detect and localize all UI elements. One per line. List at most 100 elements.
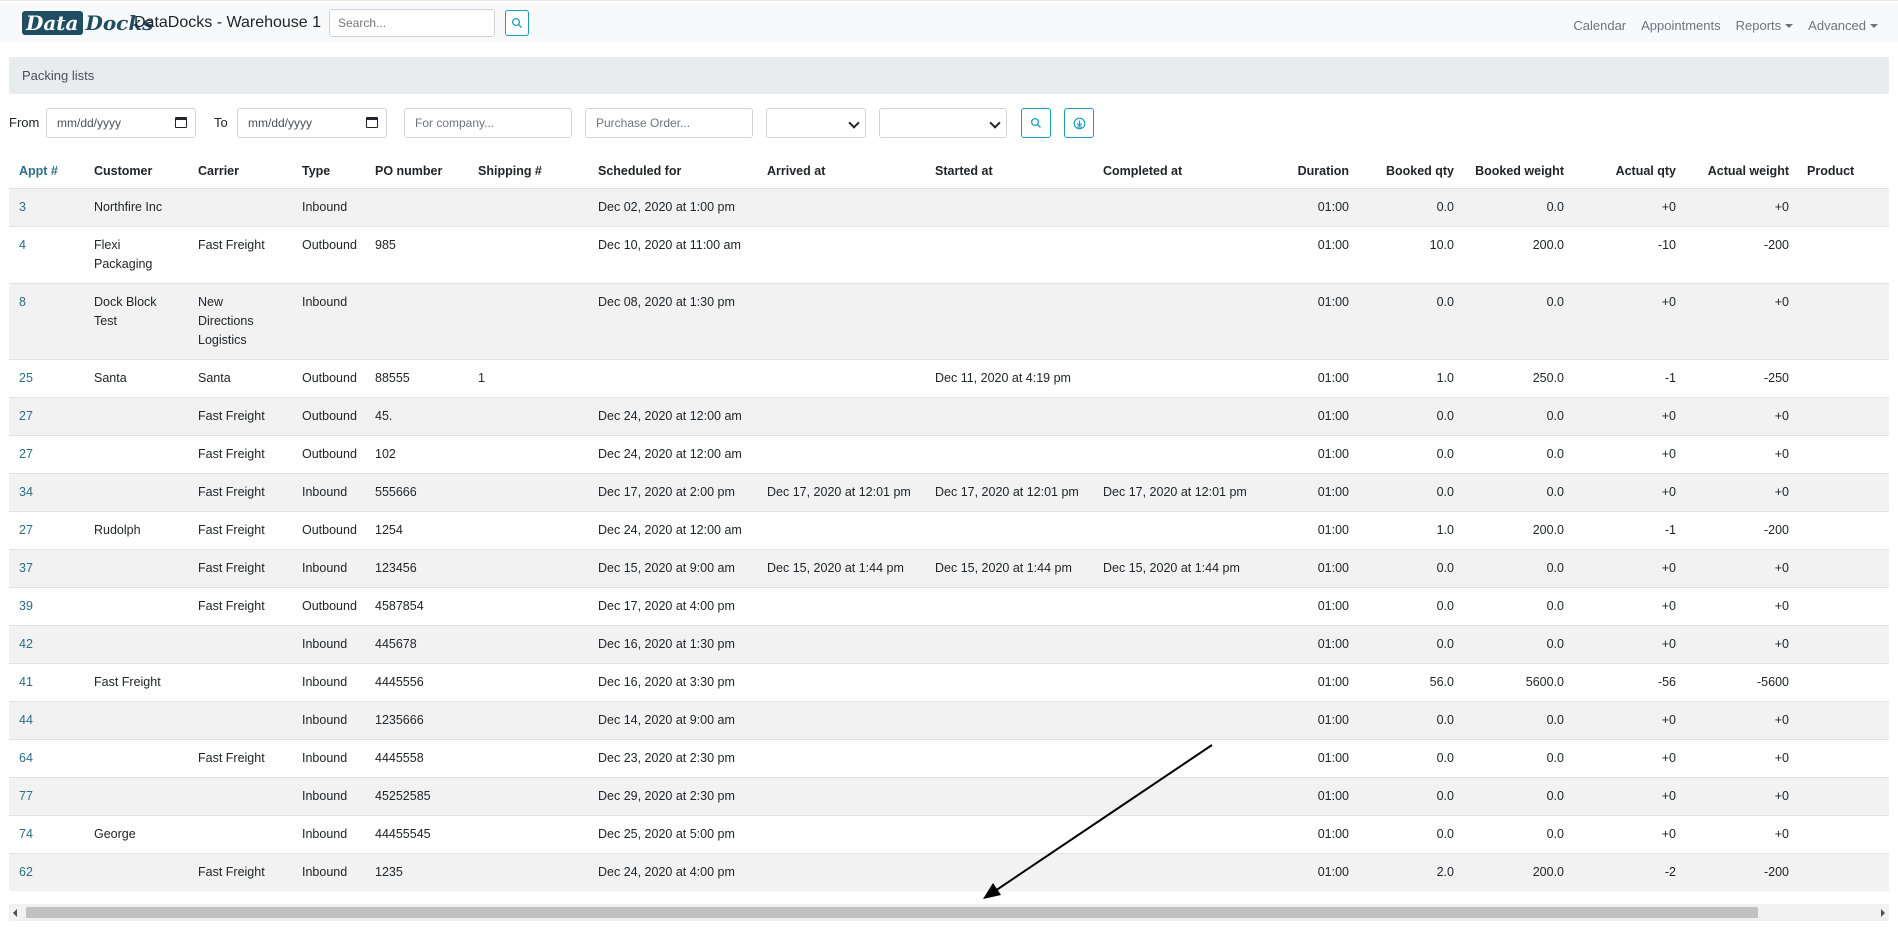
column-header-po[interactable]: PO number bbox=[375, 162, 475, 181]
filter-search-button[interactable] bbox=[1021, 108, 1051, 138]
table-row[interactable]: 74 George Inbound 44455545 Dec 25, 2020 at 5… bbox=[9, 815, 1889, 853]
cell-started: Dec 15, 2020 at 1:44 pm bbox=[935, 561, 1072, 575]
export-button[interactable] bbox=[1064, 108, 1094, 138]
appointment-link[interactable]: 27 bbox=[19, 447, 33, 461]
column-header-actual-weight[interactable]: Actual weight bbox=[1676, 162, 1789, 181]
appointment-link[interactable]: 27 bbox=[19, 409, 33, 423]
column-header-scheduled[interactable]: Scheduled for bbox=[598, 162, 763, 181]
table-row[interactable]: 4 Flexi Packaging Fast Freight Outbound 985 De… bbox=[9, 226, 1889, 283]
to-label: To bbox=[214, 115, 228, 130]
calendar-icon[interactable] bbox=[366, 117, 378, 128]
appointment-link[interactable]: 3 bbox=[19, 200, 26, 214]
table-row[interactable]: 27 Fast Freight Outbound 45. Dec 24, 2020 at… bbox=[9, 397, 1889, 435]
cell-type: Outbound bbox=[302, 523, 357, 537]
calendar-icon[interactable] bbox=[175, 117, 187, 128]
cell-actual-weight: +0 bbox=[1774, 599, 1789, 613]
column-header-started[interactable]: Started at bbox=[935, 162, 1100, 181]
cell-po: 1235666 bbox=[375, 713, 424, 727]
appointment-link[interactable]: 62 bbox=[19, 865, 33, 879]
cell-appt: 27 bbox=[19, 445, 79, 464]
column-header-duration[interactable]: Duration bbox=[1239, 162, 1349, 181]
search-icon bbox=[511, 17, 522, 28]
table-row[interactable]: 77 Inbound 45252585 Dec 29, 2020 at 2:30 pm… bbox=[9, 777, 1889, 815]
appointment-link[interactable]: 64 bbox=[19, 751, 33, 765]
table-row[interactable]: 39 Fast Freight Outbound 4587854 Dec 17, 202… bbox=[9, 587, 1889, 625]
cell-duration: 01:00 bbox=[1317, 865, 1349, 879]
purchase-order-input[interactable]: Purchase Order... bbox=[585, 108, 753, 138]
column-header-type[interactable]: Type bbox=[302, 162, 372, 181]
packing-lists-table: Appt # Customer Carrier Type PO number Shippi… bbox=[9, 152, 1889, 891]
column-header-booked-weight[interactable]: Booked weight bbox=[1454, 162, 1564, 181]
appointment-link[interactable]: 27 bbox=[19, 523, 33, 537]
appointment-link[interactable]: 34 bbox=[19, 485, 33, 499]
cell-duration: 01:00 bbox=[1317, 675, 1349, 689]
scroll-left-arrow-icon[interactable] bbox=[13, 909, 17, 917]
appointment-link[interactable]: 25 bbox=[19, 371, 33, 385]
cell-appt: 4 bbox=[19, 236, 79, 255]
nav-appointments[interactable]: Appointments bbox=[1641, 18, 1721, 33]
scrollbar-thumb[interactable] bbox=[26, 907, 1758, 918]
cell-scheduled: Dec 10, 2020 at 11:00 am bbox=[598, 238, 741, 252]
brand-title[interactable]: DataDocks - Warehouse 1 bbox=[134, 14, 321, 32]
nav-calendar[interactable]: Calendar bbox=[1573, 18, 1626, 33]
company-input[interactable]: For company... bbox=[404, 108, 572, 138]
cell-line: New bbox=[198, 295, 224, 309]
appointment-link[interactable]: 37 bbox=[19, 561, 33, 575]
appointment-link[interactable]: 44 bbox=[19, 713, 33, 727]
column-header-appt[interactable]: Appt # bbox=[19, 162, 79, 181]
table-row[interactable]: 3 Northfire Inc Inbound Dec 02, 2020 at 1:0… bbox=[9, 188, 1889, 226]
appointment-link[interactable]: 4 bbox=[19, 238, 26, 252]
table-row[interactable]: 64 Fast Freight Inbound 4445558 Dec 23, 2020… bbox=[9, 739, 1889, 777]
appointment-link[interactable]: 39 bbox=[19, 599, 33, 613]
nav-reports-dropdown[interactable]: Reports bbox=[1736, 18, 1794, 33]
appointment-link[interactable]: 41 bbox=[19, 675, 33, 689]
cell-booked-qty: 0.0 bbox=[1436, 200, 1454, 214]
appointment-link[interactable]: 74 bbox=[19, 827, 33, 841]
scroll-right-arrow-icon[interactable] bbox=[1881, 909, 1885, 917]
cell-scheduled: Dec 29, 2020 at 2:30 pm bbox=[598, 789, 735, 803]
to-date-input[interactable]: mm/dd/yyyy bbox=[237, 108, 387, 138]
column-header-booked-qty[interactable]: Booked qty bbox=[1349, 162, 1454, 181]
table-row[interactable]: 44 Inbound 1235666 Dec 14, 2020 at 9:00 am 0… bbox=[9, 701, 1889, 739]
cell-actual-qty: +0 bbox=[1661, 827, 1676, 841]
table-row[interactable]: 8 Dock Block Test New Directions Logistics Inb… bbox=[9, 283, 1889, 359]
appointment-link[interactable]: 77 bbox=[19, 789, 33, 803]
nav-advanced-dropdown[interactable]: Advanced bbox=[1808, 18, 1878, 33]
table-row[interactable]: 27 Fast Freight Outbound 102 Dec 24, 2020 at… bbox=[9, 435, 1889, 473]
table-row[interactable]: 27 Rudolph Fast Freight Outbound 1254 Dec 24,… bbox=[9, 511, 1889, 549]
filter-select-2[interactable] bbox=[879, 108, 1007, 138]
from-date-input[interactable]: mm/dd/yyyy bbox=[46, 108, 196, 138]
column-header-actual-qty[interactable]: Actual qty bbox=[1564, 162, 1676, 181]
search-button[interactable] bbox=[505, 10, 529, 36]
cell-actual-weight: +0 bbox=[1774, 751, 1789, 765]
horizontal-scrollbar[interactable] bbox=[9, 904, 1889, 921]
cell-booked-qty: 56.0 bbox=[1429, 675, 1454, 689]
cell-duration: 01:00 bbox=[1317, 523, 1349, 537]
table-row[interactable]: 34 Fast Freight Inbound 555666 Dec 17, 2020 … bbox=[9, 473, 1889, 511]
column-header-customer[interactable]: Customer bbox=[94, 162, 194, 181]
cell-appt: 3 bbox=[19, 198, 79, 217]
cell-booked-qty: 1.0 bbox=[1436, 371, 1454, 385]
appointment-link[interactable]: 8 bbox=[19, 295, 26, 309]
table-header-row: Appt # Customer Carrier Type PO number Shippi… bbox=[9, 152, 1889, 188]
table-row[interactable]: 62 Fast Freight Inbound 1235 Dec 24, 2020 at… bbox=[9, 853, 1889, 891]
cell-po: 4445556 bbox=[375, 675, 424, 689]
filter-select-1[interactable] bbox=[766, 108, 866, 138]
table-row[interactable]: 42 Inbound 445678 Dec 16, 2020 at 1:30 pm 01… bbox=[9, 625, 1889, 663]
cell-scheduled: Dec 25, 2020 at 5:00 pm bbox=[598, 827, 735, 841]
cell-booked-weight: 250.0 bbox=[1532, 371, 1564, 385]
cell-scheduled: Dec 24, 2020 at 12:00 am bbox=[598, 523, 742, 537]
cell-duration: 01:00 bbox=[1317, 713, 1349, 727]
cell-booked-weight: 200.0 bbox=[1532, 238, 1564, 252]
appointment-link[interactable]: 42 bbox=[19, 637, 33, 651]
cell-line: Test bbox=[94, 314, 117, 328]
column-header-shipping[interactable]: Shipping # bbox=[478, 162, 588, 181]
table-row[interactable]: 25 Santa Santa Outbound 88555 1 Dec 11, 2020 a… bbox=[9, 359, 1889, 397]
cell-booked-qty: 0.0 bbox=[1436, 827, 1454, 841]
table-row[interactable]: 41 Fast Freight Inbound 4445556 Dec 16, 2020… bbox=[9, 663, 1889, 701]
table-row[interactable]: 37 Fast Freight Inbound 123456 Dec 15, 2020 … bbox=[9, 549, 1889, 587]
column-header-product[interactable]: Product bbox=[1807, 162, 1887, 181]
column-header-carrier[interactable]: Carrier bbox=[198, 162, 298, 181]
column-header-arrived[interactable]: Arrived at bbox=[767, 162, 932, 181]
search-input[interactable] bbox=[329, 9, 495, 37]
